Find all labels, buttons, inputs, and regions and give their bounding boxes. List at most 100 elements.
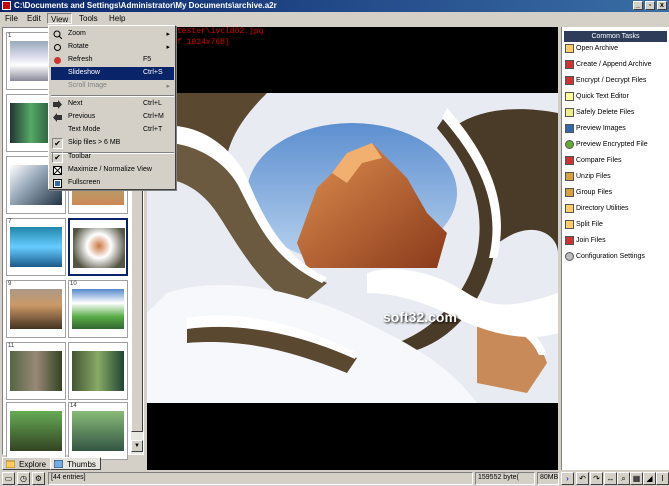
menu-item-skip-files[interactable]: ✔ Skip files > 6 MB	[51, 137, 174, 150]
menu-item-previous[interactable]: Previous Ctrl+M	[51, 111, 174, 124]
menu-item-scroll-image: Scroll Image ▸	[68, 82, 170, 90]
undo-button[interactable]: ↶	[576, 472, 589, 485]
scroll-down-button[interactable]: ▼	[131, 440, 143, 452]
task-safely-delete[interactable]: Safely Delete Files	[565, 108, 634, 122]
close-button[interactable]: x	[657, 1, 667, 10]
task-group-files[interactable]: Group Files	[565, 188, 612, 202]
menu-help[interactable]: Help	[106, 13, 128, 24]
submenu-arrow-icon: ▸	[166, 83, 170, 90]
submenu-arrow-icon: ▸	[166, 44, 170, 51]
settings-button[interactable]: ⚙	[32, 472, 45, 485]
menu-item-text-mode[interactable]: Text Mode Ctrl+T	[51, 124, 174, 137]
task-join-files[interactable]: Join Files	[565, 236, 606, 250]
thumbnail[interactable]	[6, 402, 66, 460]
menu-view[interactable]: View	[47, 13, 73, 24]
menu-item-refresh[interactable]: Refresh F5	[51, 54, 174, 67]
entries-count: [44 entries]	[48, 472, 473, 485]
thumbnail-image	[72, 411, 124, 451]
memory-usage: 80MB	[537, 472, 559, 485]
menu-item-toolbar[interactable]: ✔ Toolbar	[51, 151, 174, 164]
thumbnail[interactable]: 11	[6, 342, 66, 400]
maximize-icon	[53, 166, 62, 175]
fit-button[interactable]: ↔	[604, 472, 617, 485]
task-unzip-files[interactable]: Unzip Files	[565, 172, 611, 186]
minimize-button[interactable]: _	[633, 1, 643, 10]
thumbnail[interactable]: 9	[6, 280, 66, 338]
thumbnail-number: 7	[8, 219, 12, 225]
zoom-icon	[53, 30, 62, 39]
task-quick-text-editor[interactable]: Quick Text Editor	[565, 92, 629, 106]
task-configuration-settings[interactable]: Configuration Settings	[565, 252, 645, 266]
image-viewer[interactable]: tester\ivcld02.jpg f 1024x768] soft32.co…	[147, 27, 558, 470]
explore-icon	[6, 460, 15, 468]
open-folder-button[interactable]: ▭	[2, 472, 15, 485]
menu-separator	[51, 95, 174, 97]
grid-button[interactable]: ▦	[630, 472, 643, 485]
thumbnail-image	[10, 289, 62, 329]
task-open-archive[interactable]: Open Archive	[565, 44, 618, 58]
checkmark-icon: ✔	[52, 152, 63, 163]
task-encrypt-decrypt[interactable]: Encrypt / Decrypt Files	[565, 76, 646, 90]
thumbnail-image	[73, 228, 125, 268]
thumbnail[interactable]: 7	[6, 218, 66, 276]
preview-image	[147, 93, 558, 403]
info-button[interactable]: I	[656, 472, 669, 485]
thumbnail-number: 14	[70, 403, 77, 409]
thumbnail[interactable]	[68, 342, 128, 400]
menu-item-next[interactable]: Next Ctrl+L	[51, 98, 174, 111]
thumbnail-image	[72, 351, 124, 391]
byte-size: 159552 byte(	[475, 472, 535, 485]
lock-icon	[565, 76, 574, 85]
archive-icon	[565, 60, 574, 69]
zoom-button[interactable]: ⌕	[617, 472, 630, 485]
maximize-button[interactable]: ▫	[645, 1, 655, 10]
tab-explore-label: Explore	[19, 460, 47, 469]
menu-item-slideshow[interactable]: Slideshow Ctrl+S	[51, 67, 174, 80]
thumbnail-image	[10, 351, 62, 391]
task-preview-encrypted[interactable]: Preview Encrypted File	[565, 140, 648, 154]
menu-edit[interactable]: Edit	[24, 13, 44, 24]
title-bar: C:\Documents and Settings\Administrator\…	[0, 0, 669, 12]
thumbnail-number: 9	[8, 281, 12, 287]
redo-button[interactable]: ↷	[590, 472, 603, 485]
brush-button[interactable]: ◢	[643, 472, 656, 485]
refresh-icon	[54, 57, 61, 64]
thumbnail[interactable]: 10	[68, 280, 128, 338]
split-icon	[565, 220, 574, 229]
menu-item-zoom[interactable]: Zoom ▸	[51, 28, 174, 41]
image-icon	[565, 124, 574, 133]
app-icon[interactable]	[2, 1, 11, 10]
watermark-text: soft32.com	[383, 309, 457, 325]
group-icon	[565, 188, 574, 197]
thumbnail-image	[10, 411, 62, 451]
tab-thumbs[interactable]: Thumbs	[50, 457, 101, 470]
delete-icon	[565, 108, 574, 117]
tab-thumbs-label: Thumbs	[67, 460, 96, 469]
next-button[interactable]: ›	[561, 472, 574, 485]
task-compare-files[interactable]: Compare Files	[565, 156, 622, 170]
checkmark-icon: ✔	[52, 138, 63, 149]
next-arrow-icon	[53, 100, 62, 109]
tab-explore[interactable]: Explore	[2, 457, 52, 470]
thumbnail-number: 10	[70, 281, 77, 287]
menu-file[interactable]: File	[2, 13, 21, 24]
history-button[interactable]: ◷	[17, 472, 30, 485]
menu-item-fullscreen[interactable]: Fullscreen	[51, 177, 174, 190]
thumbnail[interactable]: 14	[68, 402, 128, 460]
thumbnail-number: 1	[8, 33, 12, 39]
encrypted-file-icon	[565, 140, 574, 149]
menu-item-rotate[interactable]: Rotate ▸	[51, 41, 174, 54]
task-create-append-archive[interactable]: Create / Append Archive	[565, 60, 652, 74]
compare-icon	[565, 156, 574, 165]
task-preview-images[interactable]: Preview Images	[565, 124, 626, 138]
status-bar: ▭ ◷ ⚙ [44 entries] 159552 byte( 80MB › ↶…	[0, 471, 669, 486]
thumbs-icon	[54, 460, 63, 468]
menu-item-maximize-normalize[interactable]: Maximize / Normalize View	[51, 164, 174, 177]
gear-icon	[565, 252, 574, 261]
task-split-file[interactable]: Split File	[565, 220, 603, 234]
thumbnail-selected[interactable]	[68, 218, 128, 276]
task-directory-utilities[interactable]: Directory Utilities	[565, 204, 629, 218]
view-menu-dropdown: Zoom ▸ Rotate ▸ Refresh F5 Slideshow Ctrl+S …	[48, 25, 176, 190]
menu-tools[interactable]: Tools	[76, 13, 101, 24]
join-icon	[565, 236, 574, 245]
